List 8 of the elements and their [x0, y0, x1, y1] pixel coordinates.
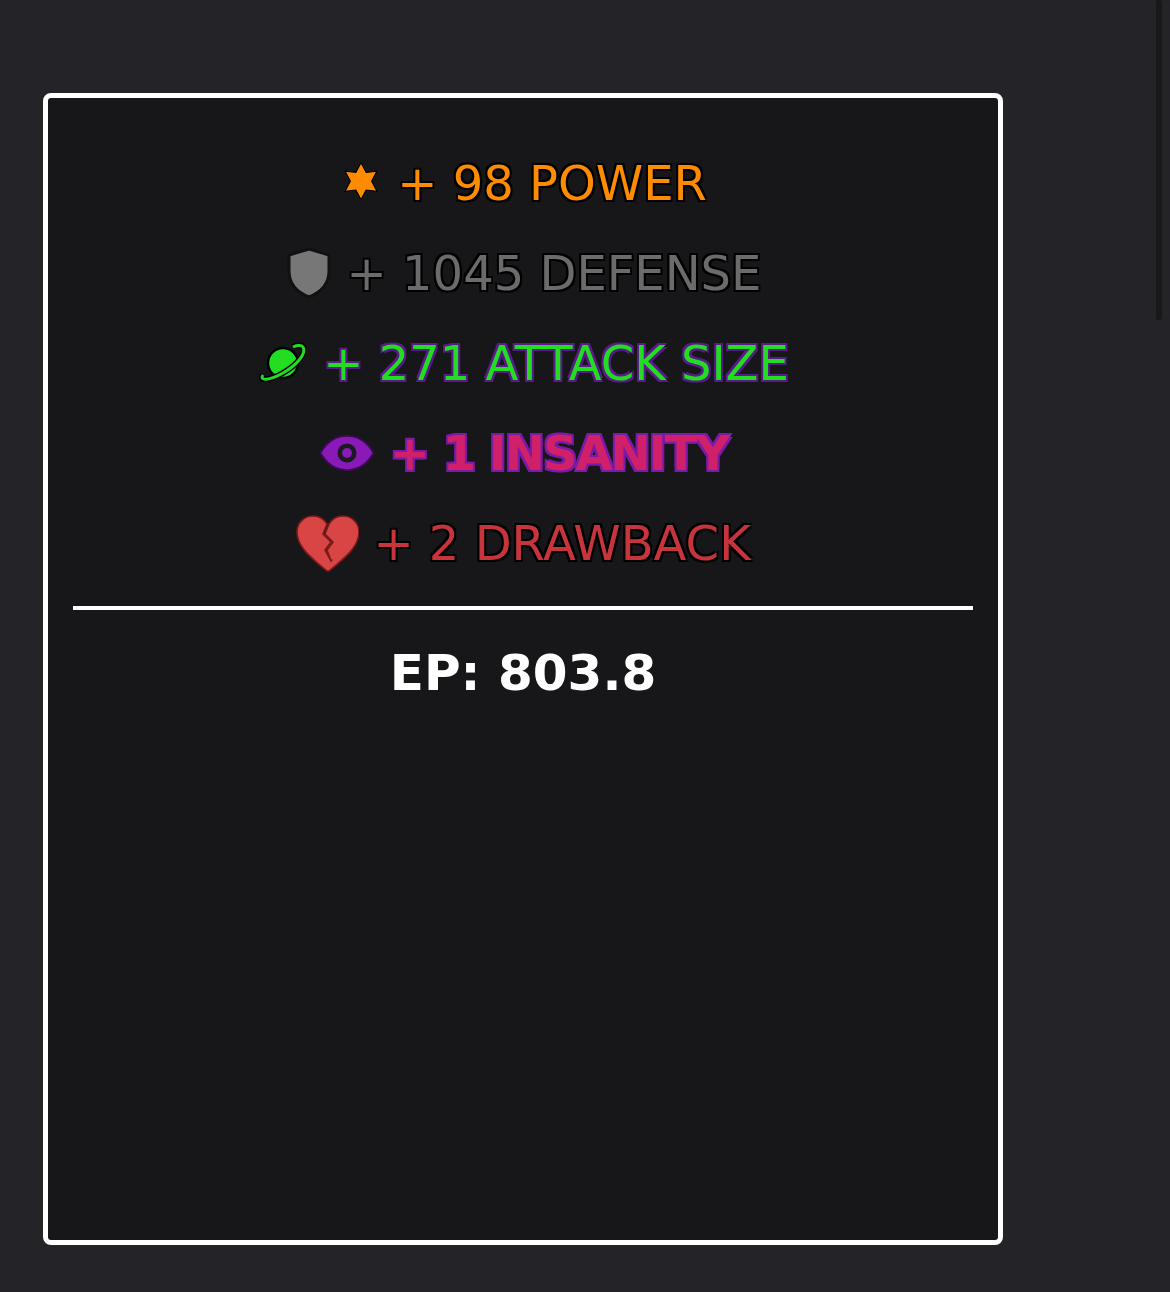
- stat-text: + 1045 DEFENSE: [346, 249, 762, 297]
- stat-text: + 1 INSANITY: [389, 429, 729, 477]
- stat-text: + 271 ATTACK SIZE: [323, 339, 789, 387]
- ep-value: EP: 803.8: [389, 648, 657, 698]
- eye-icon: [317, 434, 376, 472]
- broken-heart-icon: [295, 512, 360, 574]
- stat-text: + 2 DRAWBACK: [373, 519, 751, 567]
- stat-text: + 98 POWER: [397, 159, 707, 207]
